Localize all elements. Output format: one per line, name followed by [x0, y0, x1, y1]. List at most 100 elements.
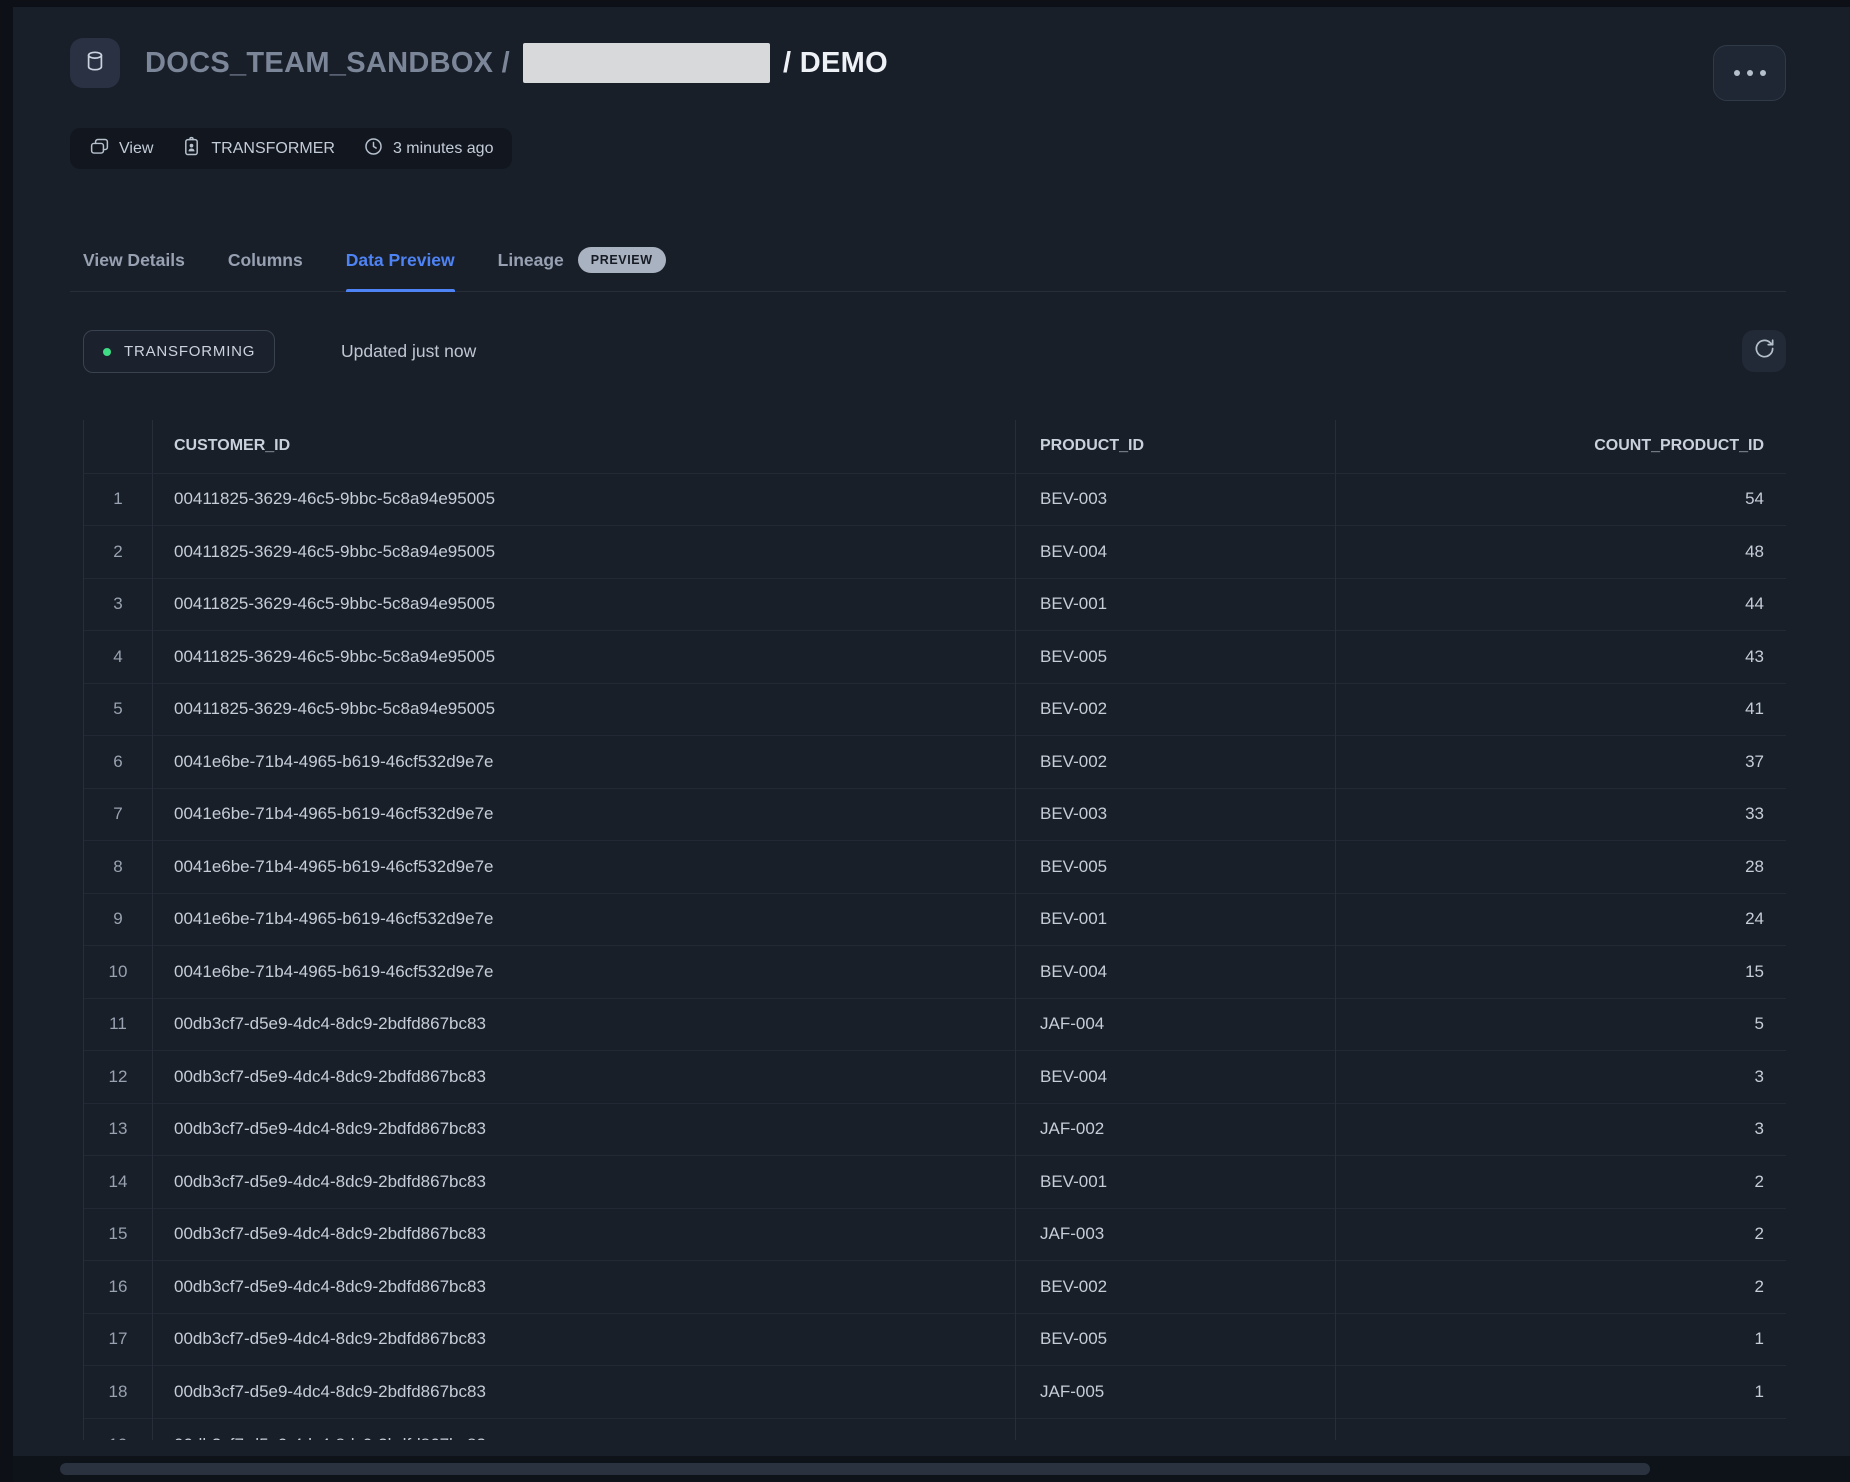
data-preview-table: CUSTOMER_IDPRODUCT_IDCOUNT_PRODUCT_ID 10…: [83, 420, 1786, 1440]
row-number-cell: 2: [84, 526, 153, 579]
window-frame-left: [0, 0, 13, 1482]
table-row: 1100db3cf7-d5e9-4dc4-8dc9-2bdfd867bc83JA…: [84, 998, 1787, 1051]
product-id-cell: BEV-004: [1016, 1051, 1336, 1104]
customer-id-cell: 0041e6be-71b4-4965-b619-46cf532d9e7e: [153, 893, 1016, 946]
count-cell: 28: [1336, 841, 1787, 894]
h-scrollbar-thumb[interactable]: [60, 1463, 1650, 1475]
count-cell: 33: [1336, 788, 1787, 841]
customer-id-cell: 0041e6be-71b4-4965-b619-46cf532d9e7e: [153, 736, 1016, 789]
product-id-cell: BEV-001: [1016, 1156, 1336, 1209]
column-header-count_product_id: COUNT_PRODUCT_ID: [1336, 420, 1787, 473]
row-number-cell: 18: [84, 1366, 153, 1419]
table-row: 1200db3cf7-d5e9-4dc4-8dc9-2bdfd867bc83BE…: [84, 1051, 1787, 1104]
row-number-cell: 12: [84, 1051, 153, 1104]
tab-view-details[interactable]: View Details: [83, 228, 185, 292]
count-cell: 43: [1336, 631, 1787, 684]
meta-type: View: [89, 136, 153, 162]
table-row: 1600db3cf7-d5e9-4dc4-8dc9-2bdfd867bc83BE…: [84, 1261, 1787, 1314]
product-id-cell: BEV-001: [1016, 578, 1336, 631]
count-cell: 2: [1336, 1261, 1787, 1314]
count-cell: 1: [1336, 1366, 1787, 1419]
table-row: 100041e6be-71b4-4965-b619-46cf532d9e7eBE…: [84, 946, 1787, 999]
row-number-cell: 17: [84, 1313, 153, 1366]
window-frame-top: [0, 0, 1850, 7]
column-header-product_id: PRODUCT_ID: [1016, 420, 1336, 473]
table-row: 90041e6be-71b4-4965-b619-46cf532d9e7eBEV…: [84, 893, 1787, 946]
clock-icon: [363, 136, 384, 162]
entity-icon-tile: [70, 38, 120, 88]
more-actions-button[interactable]: [1713, 45, 1786, 101]
row-number-cell: 3: [84, 578, 153, 631]
table-row: 1400db3cf7-d5e9-4dc4-8dc9-2bdfd867bc83BE…: [84, 1156, 1787, 1209]
meta-type-label: View: [119, 140, 153, 158]
count-cell: 3: [1336, 1103, 1787, 1156]
tab-label: Data Preview: [346, 250, 455, 271]
customer-id-cell: 00411825-3629-46c5-9bbc-5c8a94e95005: [153, 578, 1016, 631]
customer-id-cell: 0041e6be-71b4-4965-b619-46cf532d9e7e: [153, 788, 1016, 841]
customer-id-cell: 00db3cf7-d5e9-4dc4-8dc9-2bdfd867bc83: [153, 1051, 1016, 1104]
table-row: 80041e6be-71b4-4965-b619-46cf532d9e7eBEV…: [84, 841, 1787, 894]
customer-id-cell: 0041e6be-71b4-4965-b619-46cf532d9e7e: [153, 946, 1016, 999]
h-scrollbar-track[interactable]: [13, 1456, 1850, 1482]
column-header-customer_id: CUSTOMER_ID: [153, 420, 1016, 473]
table-row: 1900db3cf7-d5e9-4dc4-8dc9-2bdfd867bc83: [84, 1418, 1787, 1440]
row-number-cell: 5: [84, 683, 153, 736]
table-row: 1300db3cf7-d5e9-4dc4-8dc9-2bdfd867bc83JA…: [84, 1103, 1787, 1156]
customer-id-cell: 00db3cf7-d5e9-4dc4-8dc9-2bdfd867bc83: [153, 1418, 1016, 1440]
table-row: 500411825-3629-46c5-9bbc-5c8a94e95005BEV…: [84, 683, 1787, 736]
status-label: TRANSFORMING: [124, 343, 255, 360]
tab-label: Columns: [228, 250, 303, 271]
table-row: 400411825-3629-46c5-9bbc-5c8a94e95005BEV…: [84, 631, 1787, 684]
row-number-cell: 15: [84, 1208, 153, 1261]
table-row: 300411825-3629-46c5-9bbc-5c8a94e95005BEV…: [84, 578, 1787, 631]
updated-text: Updated just now: [341, 330, 476, 373]
product-id-cell: JAF-005: [1016, 1366, 1336, 1419]
tab-columns[interactable]: Columns: [228, 228, 303, 292]
product-id-cell: JAF-004: [1016, 998, 1336, 1051]
product-id-cell: BEV-005: [1016, 631, 1336, 684]
product-id-cell: BEV-002: [1016, 1261, 1336, 1314]
count-cell: 2: [1336, 1208, 1787, 1261]
row-number-cell: 1: [84, 473, 153, 526]
product-id-cell: BEV-004: [1016, 946, 1336, 999]
row-number-cell: 7: [84, 788, 153, 841]
green-dot-icon: [103, 348, 111, 356]
database-icon: [83, 49, 107, 78]
product-id-cell: JAF-003: [1016, 1208, 1336, 1261]
count-cell: 1: [1336, 1313, 1787, 1366]
count-cell: 5: [1336, 998, 1787, 1051]
meta-badge-bar: View TRANSFORMER 3 minutes ago: [70, 128, 512, 169]
row-number-cell: 6: [84, 736, 153, 789]
customer-id-cell: 00db3cf7-d5e9-4dc4-8dc9-2bdfd867bc83: [153, 1366, 1016, 1419]
layers-icon: [89, 136, 110, 162]
count-cell: 54: [1336, 473, 1787, 526]
ellipsis-icon: [1734, 70, 1766, 76]
product-id-cell: BEV-005: [1016, 841, 1336, 894]
row-number-header: [84, 420, 153, 473]
meta-role: TRANSFORMER: [181, 136, 335, 162]
table-body: 100411825-3629-46c5-9bbc-5c8a94e95005BEV…: [84, 473, 1787, 1440]
breadcrumb-database: DOCS_TEAM_SANDBOX /: [145, 47, 510, 80]
tab-data-preview[interactable]: Data Preview: [346, 228, 455, 292]
product-id-cell: BEV-004: [1016, 526, 1336, 579]
table-row: 100411825-3629-46c5-9bbc-5c8a94e95005BEV…: [84, 473, 1787, 526]
meta-updated-label: 3 minutes ago: [393, 140, 494, 158]
tabs: View Details Columns Data Preview LineagePR…: [83, 228, 666, 292]
customer-id-cell: 0041e6be-71b4-4965-b619-46cf532d9e7e: [153, 841, 1016, 894]
breadcrumb-title: DOCS_TEAM_SANDBOX / / DEMO: [145, 38, 888, 88]
row-number-cell: 8: [84, 841, 153, 894]
customer-id-cell: 00411825-3629-46c5-9bbc-5c8a94e95005: [153, 631, 1016, 684]
product-id-cell: [1016, 1418, 1336, 1440]
refresh-button[interactable]: [1742, 330, 1786, 372]
table-row: 70041e6be-71b4-4965-b619-46cf532d9e7eBEV…: [84, 788, 1787, 841]
meta-updated: 3 minutes ago: [363, 136, 494, 162]
table-row: 1800db3cf7-d5e9-4dc4-8dc9-2bdfd867bc83JA…: [84, 1366, 1787, 1419]
row-number-cell: 13: [84, 1103, 153, 1156]
row-number-cell: 4: [84, 631, 153, 684]
status-badge: TRANSFORMING: [83, 330, 275, 373]
tab-lineage[interactable]: LineagePREVIEW: [498, 228, 666, 292]
count-cell: 24: [1336, 893, 1787, 946]
count-cell: 2: [1336, 1156, 1787, 1209]
product-id-cell: BEV-005: [1016, 1313, 1336, 1366]
id-badge-icon: [181, 136, 202, 162]
